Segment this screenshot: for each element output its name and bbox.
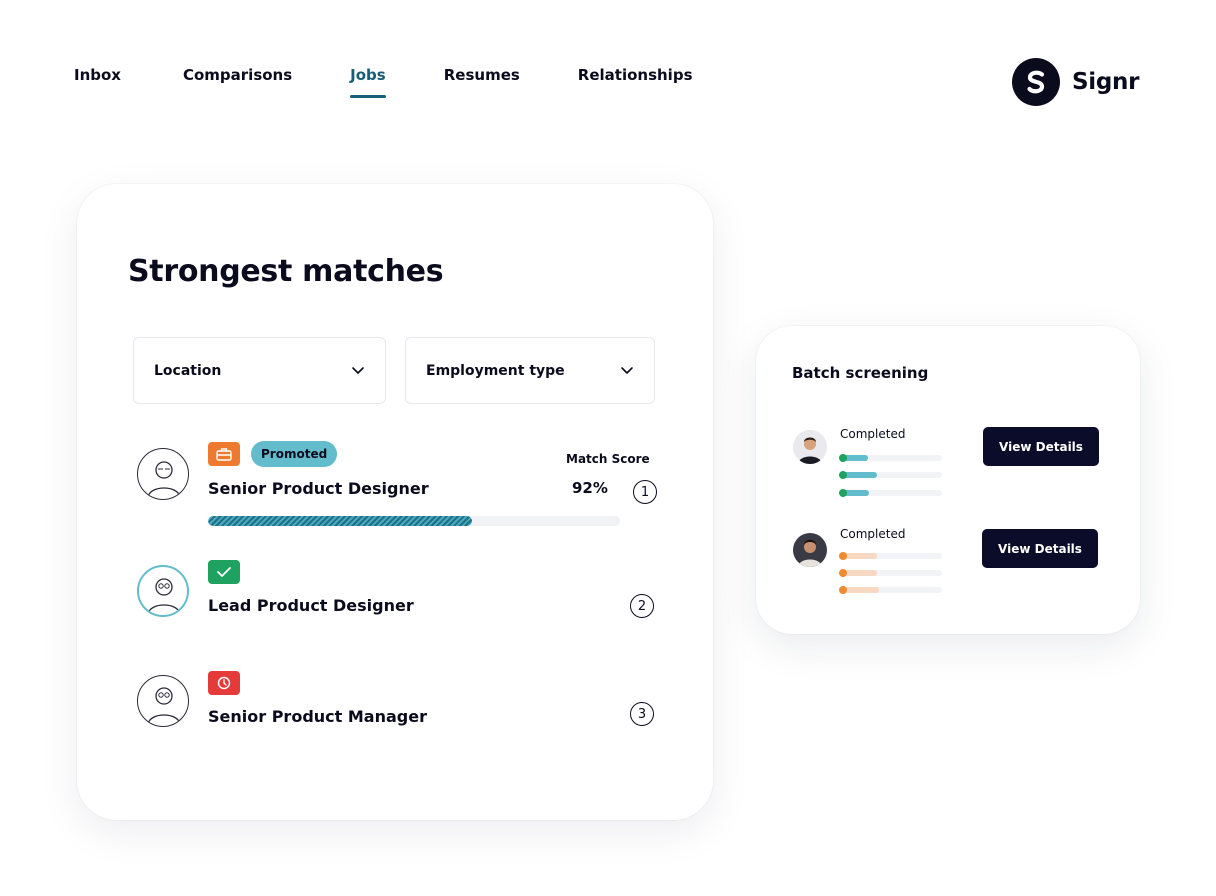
nav-item-resumes[interactable]: Resumes <box>444 66 520 98</box>
checkmark-icon <box>217 567 231 577</box>
progress-dot <box>839 489 847 497</box>
avatar <box>137 448 189 500</box>
clock-badge <box>208 671 240 695</box>
nav-item-comparisons[interactable]: Comparisons <box>183 66 292 98</box>
rank-number: 1 <box>633 480 657 504</box>
location-dropdown-label: Location <box>154 362 222 379</box>
chevron-down-icon <box>621 367 633 374</box>
nav-item-inbox[interactable]: Inbox <box>74 66 121 98</box>
brand[interactable]: Signr <box>1012 58 1139 106</box>
status-text: Completed <box>840 527 906 541</box>
progress-bar <box>839 489 942 497</box>
progress-dot <box>839 471 847 479</box>
strongest-matches-card: Strongest matches Location Employment ty… <box>77 184 713 820</box>
avatar <box>137 675 189 727</box>
job-title[interactable]: Senior Product Manager <box>208 707 427 726</box>
match-score-progress-fill <box>208 516 472 526</box>
progress-bar <box>839 552 942 560</box>
progress-bar <box>839 586 942 594</box>
progress-dot <box>839 569 847 577</box>
progress-bar <box>839 454 942 462</box>
main-nav: Inbox Comparisons Jobs Resumes Relations… <box>74 66 693 98</box>
nav-item-jobs[interactable]: Jobs <box>350 66 386 98</box>
employment-type-dropdown[interactable]: Employment type <box>405 337 655 404</box>
chevron-down-icon <box>352 367 364 374</box>
promoted-badge: Promoted <box>251 441 338 467</box>
view-details-button[interactable]: View Details <box>982 529 1098 568</box>
briefcase-badge <box>208 442 240 466</box>
match-score-progress <box>208 516 620 526</box>
rank-number: 2 <box>630 594 654 618</box>
batch-screening-card: Batch screening Completed View Details C… <box>756 326 1140 634</box>
checkmark-badge <box>208 560 240 584</box>
location-dropdown[interactable]: Location <box>133 337 386 404</box>
progress-bar <box>839 471 942 479</box>
card-title: Strongest matches <box>128 254 444 289</box>
status-text: Completed <box>840 427 906 441</box>
briefcase-icon <box>216 448 232 461</box>
progress-dot <box>839 552 847 560</box>
nav-item-relationships[interactable]: Relationships <box>578 66 693 98</box>
job-title[interactable]: Lead Product Designer <box>208 596 414 615</box>
brand-name: Signr <box>1072 69 1140 95</box>
rank-number: 3 <box>630 702 654 726</box>
person-avatar <box>793 533 827 567</box>
progress-dot <box>839 586 847 594</box>
match-score-label: Match Score <box>566 452 650 466</box>
progress-bar <box>839 569 942 577</box>
employment-type-dropdown-label: Employment type <box>426 362 565 379</box>
match-score-value: 92% <box>572 479 608 497</box>
job-title[interactable]: Senior Product Designer <box>208 479 429 498</box>
avatar <box>137 565 189 617</box>
view-details-button[interactable]: View Details <box>983 427 1099 466</box>
batch-screening-title: Batch screening <box>792 364 929 382</box>
signr-logo-icon <box>1012 58 1060 106</box>
progress-dot <box>839 454 847 462</box>
clock-icon <box>217 676 231 690</box>
person-avatar <box>793 430 827 464</box>
